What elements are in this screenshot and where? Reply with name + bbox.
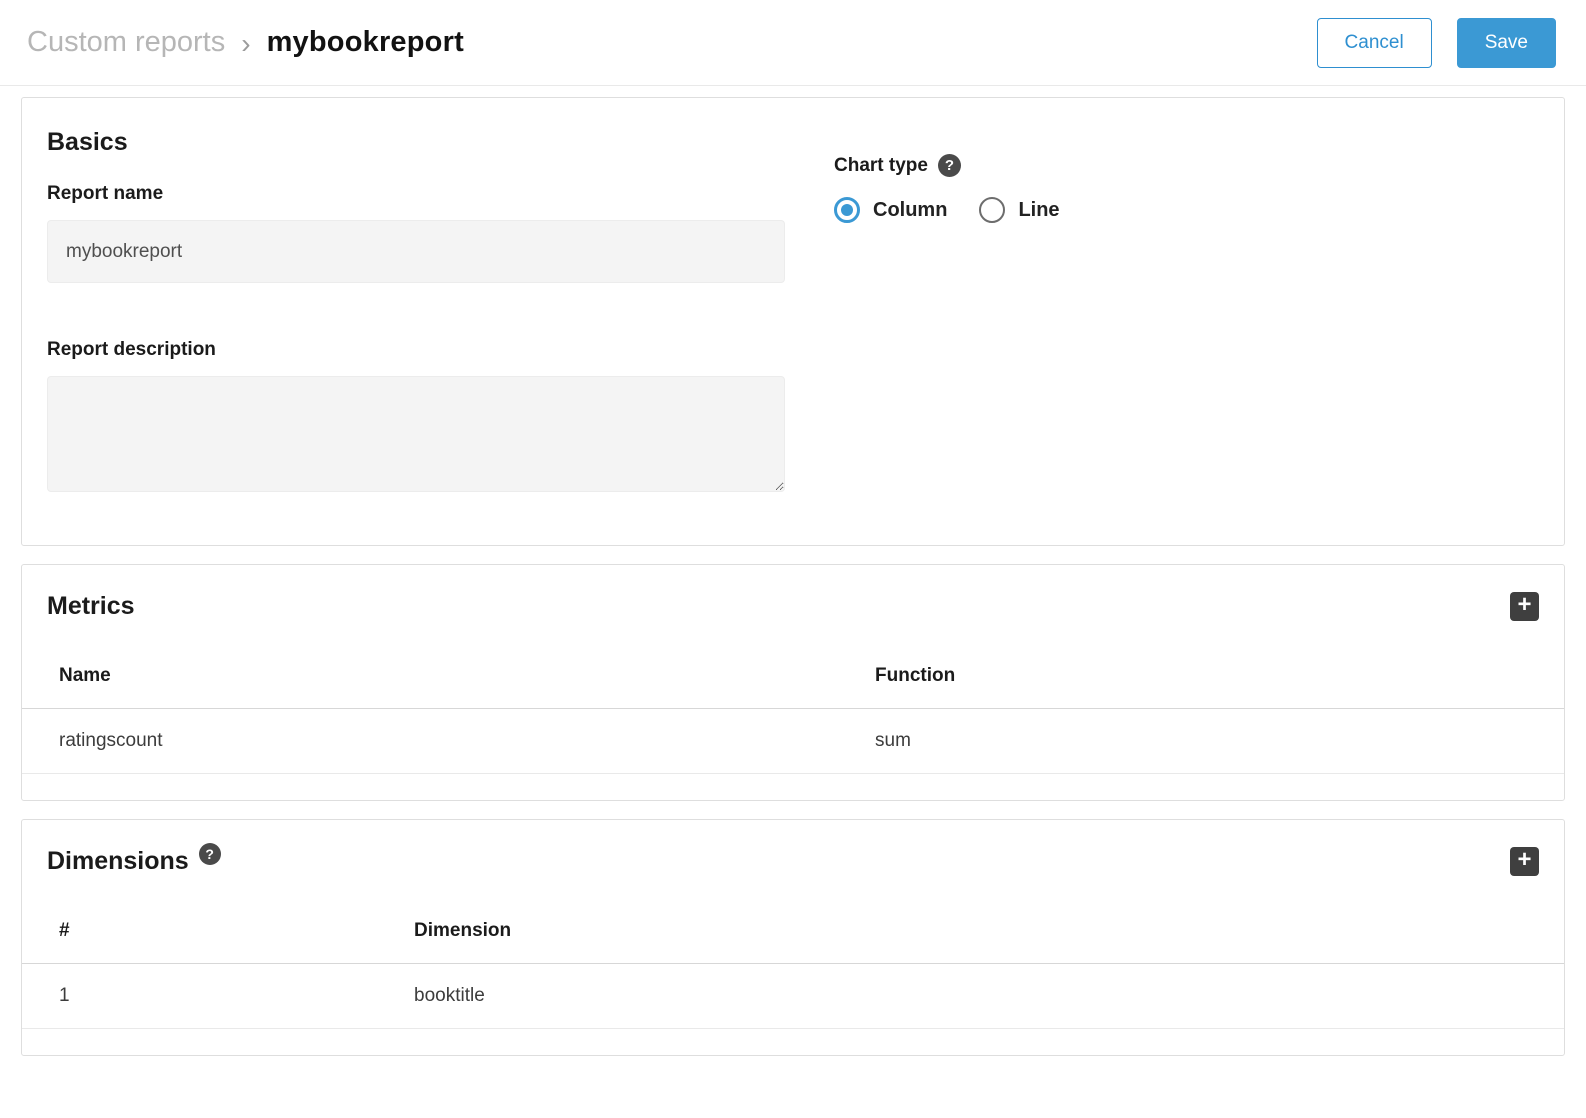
report-description-label: Report description: [47, 339, 785, 361]
breadcrumb-parent-link[interactable]: Custom reports: [27, 26, 225, 59]
chart-type-label: Chart type: [834, 155, 928, 177]
report-description-textarea[interactable]: [47, 376, 785, 492]
metrics-title: Metrics: [47, 592, 135, 621]
metric-name-cell: ratingscount: [22, 709, 875, 774]
add-dimension-button[interactable]: +: [1510, 847, 1539, 876]
metrics-header-row: Name Function: [22, 644, 1564, 709]
add-metric-button[interactable]: +: [1510, 592, 1539, 621]
top-bar: Custom reports › mybookreport Cancel Sav…: [0, 0, 1586, 86]
basics-title: Basics: [47, 128, 785, 157]
dimensions-column-dimension: Dimension: [414, 899, 1564, 964]
dimensions-table: # Dimension 1 booktitle: [22, 899, 1564, 1029]
chart-type-help-icon[interactable]: ?: [938, 154, 961, 177]
topbar-actions: Cancel Save: [1317, 18, 1556, 68]
main-content: Basics Report name Report description Ch…: [0, 86, 1586, 1102]
plus-icon: +: [1517, 848, 1531, 872]
breadcrumb: Custom reports › mybookreport: [27, 26, 464, 59]
page-title: mybookreport: [267, 26, 464, 59]
metric-function-cell: sum: [875, 709, 1564, 774]
save-button[interactable]: Save: [1457, 18, 1556, 68]
table-row: 1 booktitle: [22, 964, 1564, 1029]
dimension-number-cell: 1: [22, 964, 414, 1029]
report-name-input[interactable]: [47, 220, 785, 283]
chart-type-option-line-label: Line: [1018, 199, 1059, 222]
dimensions-card: Dimensions ? + # Dimension 1 booktitle: [21, 819, 1565, 1056]
metrics-column-name: Name: [22, 644, 875, 709]
radio-selected-icon: [834, 197, 860, 223]
chart-type-radio-group: Column Line: [834, 197, 1060, 223]
dimension-name-cell: booktitle: [414, 964, 1564, 1029]
chart-type-option-column[interactable]: Column: [834, 197, 947, 223]
report-name-label: Report name: [47, 183, 785, 205]
dimensions-help-icon[interactable]: ?: [199, 843, 221, 865]
table-row: ratingscount sum: [22, 709, 1564, 774]
radio-unselected-icon: [979, 197, 1005, 223]
plus-icon: +: [1517, 593, 1531, 617]
dimensions-title: Dimensions: [47, 847, 189, 876]
dimensions-column-number: #: [22, 899, 414, 964]
metrics-table: Name Function ratingscount sum: [22, 644, 1564, 774]
metrics-column-function: Function: [875, 644, 1564, 709]
cancel-button[interactable]: Cancel: [1317, 18, 1432, 68]
basics-card: Basics Report name Report description Ch…: [21, 97, 1565, 546]
metrics-card: Metrics + Name Function ratingscount sum: [21, 564, 1565, 801]
chart-type-option-line[interactable]: Line: [979, 197, 1059, 223]
dimensions-header-row: # Dimension: [22, 899, 1564, 964]
chart-type-option-column-label: Column: [873, 199, 947, 222]
chevron-right-icon: ›: [241, 28, 250, 58]
